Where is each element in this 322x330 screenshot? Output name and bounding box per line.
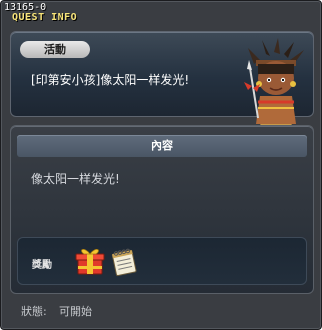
quest-type-badge: 活動 (20, 41, 90, 58)
reward-box: 獎勵 (17, 237, 307, 285)
quest-info-window: 13165-0 QUEST INFO 活動 [印第安小孩]像太阳一样发光! 內容… (0, 0, 322, 330)
quest-name: [印第安小孩]像太阳一样发光! (31, 73, 190, 87)
quest-content-panel: 內容 像太阳一样发光! 獎勵 (10, 125, 314, 294)
window-title: QUEST INFO (12, 12, 78, 23)
reward-label: 獎勵 (32, 260, 52, 271)
notebook-icon[interactable] (108, 246, 140, 278)
quest-summary-panel: 活動 [印第安小孩]像太阳一样发光! (10, 31, 314, 139)
status-label: 狀態: (21, 305, 47, 318)
gift-box-icon[interactable] (74, 246, 106, 278)
status-value: 可開始 (59, 305, 92, 318)
content-text: 像太阳一样发光! (31, 172, 120, 186)
content-header: 內容 (17, 135, 307, 157)
